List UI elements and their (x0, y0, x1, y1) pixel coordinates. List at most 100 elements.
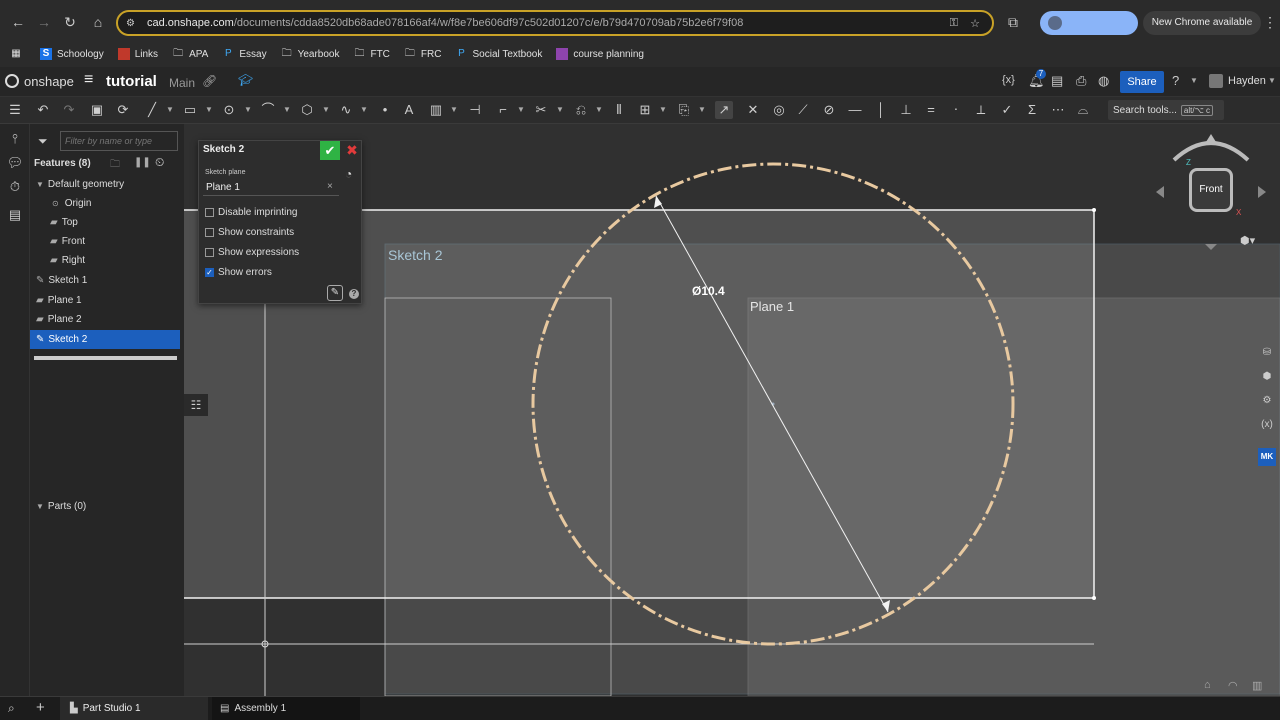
bookmark-ftc[interactable]: 🗀 FTC (353, 48, 389, 60)
forward-icon[interactable]: → (34, 12, 54, 32)
chevron-down-icon[interactable]: ▼ (698, 101, 706, 119)
corner-point[interactable] (1092, 208, 1096, 212)
tangent-constraint-icon[interactable]: ⊘ (820, 101, 838, 119)
dimension-tool-icon[interactable]: ↗ (715, 101, 733, 119)
vertical-constraint-icon[interactable]: │ (872, 101, 890, 119)
password-key-icon[interactable]: ⚿ (950, 17, 958, 30)
custom-app-icon[interactable]: MK (1258, 448, 1276, 466)
appearance-panel-icon[interactable]: ⛁ (1258, 344, 1276, 362)
help-globe-icon[interactable]: ◍ (1098, 73, 1109, 89)
sketch-plane-field[interactable]: Sketch plane Plane 1 × (203, 166, 339, 196)
fillet-tool-icon[interactable]: ⌐ (494, 101, 512, 119)
check-icon[interactable]: ✓ (205, 268, 214, 277)
default-geometry-group[interactable]: ▼ Default geometry (30, 175, 180, 193)
checkbox-box[interactable] (205, 248, 214, 257)
apps-grid-icon[interactable]: ▦ (10, 48, 22, 60)
home-icon[interactable]: ⌂ (88, 12, 108, 32)
view-cube-front[interactable]: Front (1189, 168, 1233, 212)
print-icon[interactable]: ⎙ (1076, 73, 1086, 89)
bookmark-frc[interactable]: 🗀 FRC (404, 48, 442, 60)
variables-icon[interactable]: (x) (1258, 416, 1276, 434)
arc-tool-icon[interactable]: ⌒ (259, 101, 277, 119)
tree-item-right[interactable]: ▰ Right (30, 251, 180, 269)
section-view-icon[interactable]: ◠ (1228, 679, 1238, 692)
tree-item-plane-2[interactable]: ▰ Plane 2 (30, 310, 180, 328)
perpendicular-constraint-icon[interactable]: ⊥ (897, 101, 915, 119)
mass-properties-icon[interactable]: ⬢ (1258, 368, 1276, 386)
disable-imprinting-checkbox[interactable]: Disable imprinting (205, 207, 297, 218)
text-tool-icon[interactable]: A (400, 101, 418, 119)
fix-constraint-icon[interactable]: ✓ (998, 101, 1016, 119)
document-title[interactable]: tutorial (106, 73, 157, 90)
bookmark-social-textbook[interactable]: P Social Textbook (455, 48, 542, 60)
tree-item-sketch-2[interactable]: ✎ Sketch 2 (30, 330, 180, 349)
chevron-down-icon[interactable]: ▼ (360, 101, 368, 119)
pause-icon[interactable]: ❚❚ (134, 157, 151, 168)
show-constraints-checkbox[interactable]: Show constraints (205, 227, 294, 238)
tree-item-top[interactable]: ▰ Top (30, 213, 180, 231)
add-tab-icon[interactable]: + (36, 699, 45, 716)
profile-pill[interactable] (1040, 11, 1138, 35)
chevron-down-icon[interactable]: ▼ (659, 101, 667, 119)
chevron-down-icon[interactable]: ▼ (1190, 76, 1198, 85)
filter-icon[interactable]: ⏷ (38, 134, 48, 149)
user-name[interactable]: Hayden (1228, 75, 1266, 87)
rollback-bar[interactable] (34, 356, 177, 360)
point-tool-icon[interactable]: • (376, 101, 394, 119)
filter-input[interactable] (60, 131, 178, 151)
bookmark-yearbook[interactable]: 🗀 Yearbook (281, 48, 340, 60)
trim-tool-icon[interactable]: ✂ (532, 101, 550, 119)
symmetric-constraint-icon[interactable]: Σ (1023, 101, 1041, 119)
user-menu-chevron-icon[interactable]: ▼ (1268, 76, 1276, 85)
reload-icon[interactable]: ↻ (60, 12, 80, 32)
pattern-tool-icon[interactable]: ⊞ (636, 101, 654, 119)
midpoint-constraint-icon[interactable]: ⋅ (947, 101, 965, 119)
transform-tool-icon[interactable]: ⎘ (675, 101, 693, 119)
chevron-down-icon[interactable]: ▼ (205, 101, 213, 119)
mirror-tool-icon[interactable]: ⫴ (610, 101, 628, 119)
feature-list-icon[interactable]: ☰ (6, 101, 24, 119)
offset-tool-icon[interactable]: ⎌ (572, 101, 590, 119)
chevron-down-icon[interactable]: ▼ (595, 101, 603, 119)
hamburger-menu-icon[interactable]: ≡ (84, 71, 93, 89)
chevron-down-icon[interactable]: ▼ (556, 101, 564, 119)
parts-group[interactable]: ▼ Parts (0) (30, 497, 180, 515)
show-errors-checkbox[interactable]: ✓ Show errors (205, 267, 272, 278)
link-icon[interactable]: 🔗︎ (202, 74, 217, 88)
final-button-icon[interactable]: ✎ (327, 285, 343, 301)
display-mode-icon[interactable]: ⌂ (1204, 679, 1211, 691)
accept-button[interactable]: ✔ (320, 141, 340, 160)
diameter-dimension-label[interactable]: Ø10.4 (692, 284, 725, 298)
variable-studio-icon[interactable]: {x} (1002, 74, 1015, 86)
checkbox-box[interactable] (205, 208, 214, 217)
search-icon[interactable]: ⌕ (8, 701, 15, 716)
chevron-down-icon[interactable]: ▼ (283, 101, 291, 119)
bookmark-essay[interactable]: P Essay (222, 48, 267, 60)
help-icon[interactable]: ? (1172, 73, 1179, 88)
bookmark-schoology[interactable]: S Schoology (40, 48, 104, 60)
help-icon[interactable]: ? (349, 289, 359, 299)
chrome-update-button[interactable]: New Chrome available (1143, 11, 1261, 35)
save-icon[interactable]: ▣ (88, 101, 106, 119)
clear-selection-icon[interactable]: × (327, 181, 333, 192)
bookmark-star-icon[interactable]: ☆ (970, 17, 980, 30)
tree-item-origin[interactable]: ⊙ Origin (30, 194, 180, 212)
tab-part-studio-1[interactable]: ▙ Part Studio 1 (60, 697, 208, 720)
branch-label[interactable]: Main (169, 76, 195, 90)
bill-of-materials-icon[interactable]: ▤ (6, 206, 24, 224)
chevron-down-icon[interactable]: ▼ (450, 101, 458, 119)
tree-item-plane-1[interactable]: ▰ Plane 1 (30, 291, 180, 309)
horizontal-constraint-icon[interactable]: — (846, 101, 864, 119)
parallel-constraint-icon[interactable]: ⟋ (794, 101, 812, 119)
chevron-down-icon[interactable]: ▼ (244, 101, 252, 119)
rollback-timer-icon[interactable]: ⏲︎ (155, 155, 164, 170)
equal-constraint-icon[interactable]: = (922, 101, 940, 119)
chevron-down-icon[interactable]: ▼ (322, 101, 330, 119)
redo-icon[interactable]: ↷ (60, 101, 78, 119)
insert-image-icon[interactable]: ▥ (427, 101, 445, 119)
bookmark-course-planning[interactable]: course planning (556, 48, 644, 60)
concentric-constraint-icon[interactable]: ◎ (770, 101, 788, 119)
render-mode-icon[interactable]: ▥ (1252, 679, 1262, 692)
chevron-down-icon[interactable]: ▼ (166, 101, 174, 119)
tree-item-front[interactable]: ▰ Front (30, 232, 180, 250)
